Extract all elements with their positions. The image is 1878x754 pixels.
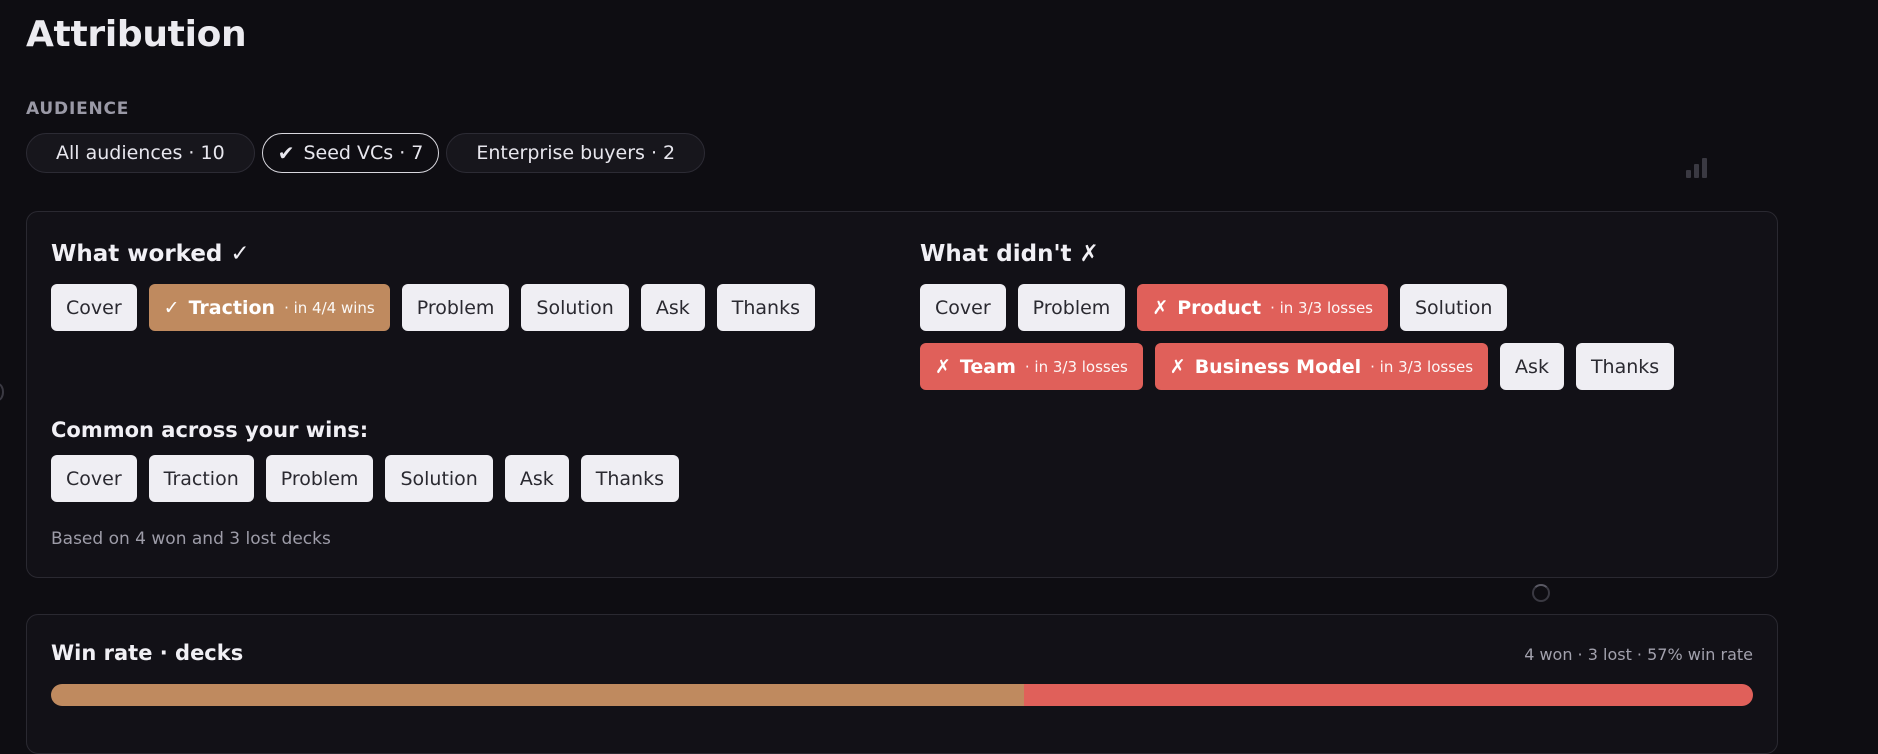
section-chip-business-model-loss[interactable]: ✗ Business Model · in 3/3 losses [1154,343,1489,390]
common-chip[interactable]: Traction [148,455,254,502]
chip-label: Team [959,355,1016,378]
audience-option-label: Seed VCs · 7 [303,142,424,164]
chip-label: Problem [416,296,495,319]
section-chip-thanks[interactable]: Thanks [716,284,815,331]
common-chip[interactable]: Solution [385,455,493,502]
what-worked-chips: Cover ✓ Traction · in 4/4 wins Problem S… [51,284,871,331]
chip-label: Thanks [1590,355,1660,378]
section-chip-ask[interactable]: Ask [640,284,705,331]
section-chip-traction-win[interactable]: ✓ Traction · in 4/4 wins [148,284,390,331]
section-chip-thanks[interactable]: Thanks [1575,343,1675,390]
win-rate-summary: 4 won · 3 lost · 57% win rate [1524,645,1753,664]
win-rate-panel: Win rate · decks 4 won · 3 lost · 57% wi… [26,614,1778,754]
common-wins-chips: Cover Traction Problem Solution Ask Than… [51,455,871,502]
basis-note: Based on 4 won and 3 lost decks [51,529,331,549]
cross-icon: ✗ [935,355,951,378]
audience-option-label: Enterprise buyers · 2 [476,142,676,164]
chip-label: Traction [188,296,276,319]
attribution-panel: What worked ✓ Cover ✓ Traction · in 4/4 … [26,211,1778,578]
section-chip-product-loss[interactable]: ✗ Product · in 3/3 losses [1137,284,1388,331]
section-chip-problem[interactable]: Problem [401,284,510,331]
common-chip[interactable]: Problem [265,455,374,502]
bar-chart-icon[interactable] [1686,158,1708,178]
audience-option-all[interactable]: All audiences · 10 [26,133,255,173]
audience-filter: All audiences · 10 ✔ Seed VCs · 7 Enterp… [26,133,706,173]
what-didnt-title: What didn't ✗ [920,241,1099,267]
chip-meta: · in 3/3 losses [1370,357,1474,376]
audience-option-label: All audiences · 10 [56,142,225,164]
edge-handle-icon[interactable] [0,383,4,401]
win-rate-lost-segment [1023,684,1753,706]
section-chip-team-loss[interactable]: ✗ Team · in 3/3 losses [920,343,1143,390]
win-rate-bar [51,684,1753,706]
audience-label: AUDIENCE [26,99,130,119]
chip-label: Thanks [731,296,800,319]
audience-option-seed-vcs[interactable]: ✔ Seed VCs · 7 [261,133,440,173]
chip-label: Cover [66,296,122,319]
chip-label: Cover [935,296,991,319]
chip-label: Product [1177,296,1262,319]
win-rate-won-segment [51,684,1024,706]
section-chip-solution[interactable]: Solution [1399,284,1508,331]
check-icon: ✓ [163,296,180,319]
chip-meta: · in 4/4 wins [284,298,375,317]
section-chip-ask[interactable]: Ask [1500,343,1564,390]
section-chip-solution[interactable]: Solution [521,284,629,331]
section-chip-cover[interactable]: Cover [920,284,1006,331]
what-worked-title: What worked ✓ [51,241,250,267]
common-chip[interactable]: Ask [504,455,569,502]
chip-label: Ask [655,296,690,319]
chip-meta: · in 3/3 losses [1024,357,1128,376]
chip-label: Business Model [1194,355,1362,378]
chip-label: Ask [1515,355,1549,378]
common-chip[interactable]: Cover [51,455,137,502]
spinner-icon [1532,584,1550,602]
section-chip-cover[interactable]: Cover [51,284,137,331]
common-wins-title: Common across your wins: [51,418,369,442]
cross-icon: ✗ [1169,355,1186,378]
what-didnt-chips: Cover Problem ✗ Product · in 3/3 losses … [920,284,1740,390]
common-chip[interactable]: Thanks [580,455,679,502]
chip-label: Solution [536,296,614,319]
chip-meta: · in 3/3 losses [1270,298,1373,317]
page-title: Attribution [26,14,247,55]
cross-icon: ✗ [1152,296,1169,319]
chip-label: Solution [1414,296,1493,319]
win-rate-title: Win rate · decks [51,641,244,665]
section-chip-problem[interactable]: Problem [1017,284,1126,331]
check-icon: ✔ [277,141,295,165]
audience-option-enterprise-buyers[interactable]: Enterprise buyers · 2 [446,133,706,173]
chip-label: Problem [1032,296,1111,319]
